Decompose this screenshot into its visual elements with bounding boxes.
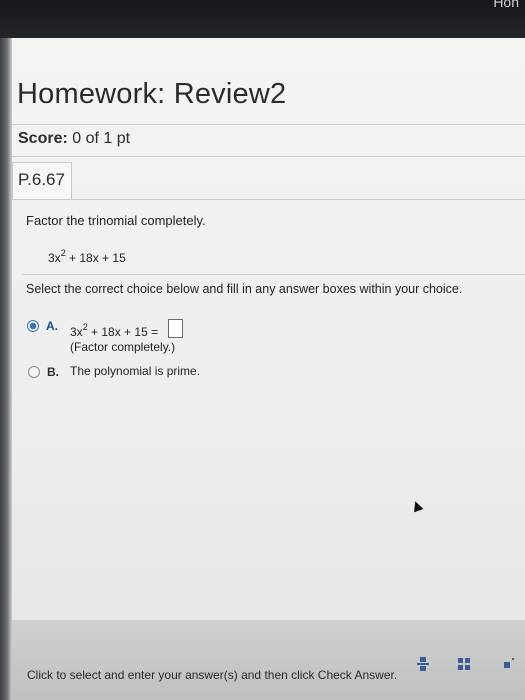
divider bbox=[12, 156, 525, 157]
expr-rest: + 18x + 15 bbox=[65, 251, 126, 265]
homework-screen: Homework: Review2 Score: 0 of 1 pt P.6.6… bbox=[0, 38, 525, 700]
question-instruction: Factor the trinomial completely. bbox=[26, 213, 206, 228]
radio-selected-icon[interactable] bbox=[27, 320, 39, 332]
matrix-icon[interactable] bbox=[456, 656, 476, 672]
cursor-icon bbox=[410, 499, 424, 513]
divider bbox=[12, 199, 525, 200]
score-label: Score: bbox=[18, 130, 68, 147]
bezel-corner-text: Hon bbox=[493, 0, 519, 10]
question-id: P.6.67 bbox=[18, 170, 65, 189]
choice-a-expression[interactable]: 3x2 + 18x + 15 = bbox=[70, 322, 158, 339]
score-line: Score: 0 of 1 pt bbox=[18, 130, 130, 148]
radio-icon[interactable] bbox=[28, 366, 40, 378]
choice-a-term: 3x bbox=[70, 325, 83, 339]
expr-term: 3x bbox=[48, 251, 61, 265]
answer-input-box[interactable] bbox=[168, 319, 183, 338]
score-value: 0 of 1 pt bbox=[72, 130, 131, 147]
choice-a-letter[interactable]: A. bbox=[46, 319, 58, 333]
choice-a-rest: + 18x + 15 = bbox=[87, 325, 159, 339]
fraction-icon[interactable] bbox=[413, 656, 433, 672]
select-instruction: Select the correct choice below and fill… bbox=[26, 282, 463, 296]
choice-b-text[interactable]: The polynomial is prime. bbox=[70, 364, 200, 378]
divider bbox=[22, 274, 525, 275]
page-title: Homework: Review2 bbox=[17, 78, 287, 110]
trinomial-expression: 3x2 + 18x + 15 bbox=[48, 248, 126, 265]
choice-b-letter[interactable]: B. bbox=[47, 365, 59, 379]
monitor-bezel: Hon bbox=[0, 0, 525, 40]
divider bbox=[12, 124, 525, 125]
more-icon[interactable] bbox=[500, 656, 520, 672]
bottom-toolbar bbox=[12, 620, 525, 700]
status-text: Click to select and enter your answer(s)… bbox=[27, 668, 398, 682]
choice-a-note: (Factor completely.) bbox=[70, 340, 176, 354]
screen-left-edge bbox=[0, 38, 12, 700]
